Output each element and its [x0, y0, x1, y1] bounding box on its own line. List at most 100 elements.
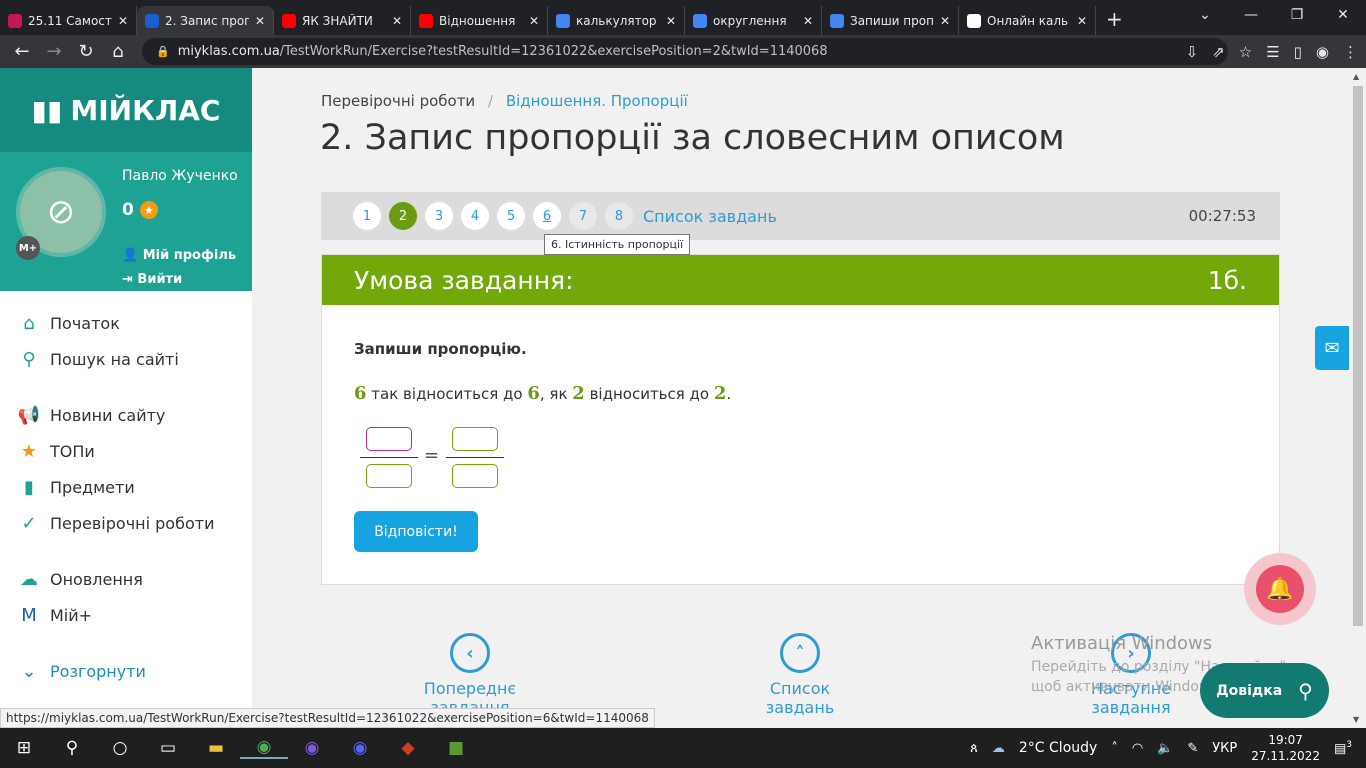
logout-link[interactable]: ⇥ Вийти	[122, 272, 182, 287]
time: 19:07	[1268, 733, 1303, 747]
pager-item[interactable]: 8	[605, 202, 633, 230]
tab-title: 2. Запис пропо	[165, 13, 249, 28]
browser-tab[interactable]: 25.11 Самост ✕	[0, 6, 137, 35]
denominator-right-input[interactable]	[452, 464, 498, 488]
tab-search-button[interactable]: ⌄	[1182, 0, 1228, 30]
denominator-left-input[interactable]	[366, 464, 412, 488]
close-tab-icon[interactable]: ✕	[529, 14, 539, 28]
install-icon[interactable]: ⇩	[1186, 43, 1199, 61]
browser-tab[interactable]: округлення ✕	[685, 6, 822, 35]
clock[interactable]: 19:07 27.11.2022	[1251, 732, 1320, 764]
minimize-button[interactable]: —	[1228, 0, 1274, 30]
cortana-icon[interactable]: ○	[96, 738, 144, 758]
task-list-button[interactable]: ˄ Список завдань	[738, 633, 862, 717]
reading-list-icon[interactable]: ☰	[1266, 43, 1279, 61]
pager-item[interactable]: 4	[461, 202, 489, 230]
numerator-left-input[interactable]	[366, 427, 412, 451]
mail-icon[interactable]: ✉	[1315, 326, 1349, 370]
sidebar-item[interactable]: ⚲ Пошук на сайті	[0, 341, 252, 377]
text: відноситься до	[584, 385, 714, 403]
new-tab-button[interactable]: +	[1106, 7, 1123, 31]
close-tab-icon[interactable]: ✕	[1077, 14, 1087, 28]
chrome-icon[interactable]: ◉	[240, 737, 288, 759]
close-tab-icon[interactable]: ✕	[255, 14, 265, 28]
reload-button[interactable]: ↻	[70, 41, 102, 62]
sidebar-item[interactable]: ⌂ Початок	[0, 305, 252, 341]
pager-item[interactable]: 3	[425, 202, 453, 230]
menu-icon[interactable]: ⋮	[1343, 43, 1358, 61]
scrollbar[interactable]: ▲ ▼	[1350, 68, 1366, 728]
breadcrumb-item[interactable]: Перевірочні роботи	[321, 92, 475, 110]
side-panel-icon[interactable]: ▯	[1294, 43, 1302, 61]
viber-icon[interactable]: ◉	[288, 738, 336, 758]
task-view-icon[interactable]: ▭	[144, 738, 192, 758]
numerator-right-input[interactable]	[452, 427, 498, 451]
browser-tab[interactable]: Відношення ✕	[411, 6, 548, 35]
language[interactable]: УКР	[1212, 741, 1237, 756]
sidebar-item-label: Перевірочні роботи	[50, 513, 215, 533]
browser-tab[interactable]: 2. Запис пропо ✕	[137, 6, 274, 35]
pager-item[interactable]: 6	[533, 202, 561, 230]
start-button[interactable]: ⊞	[0, 738, 48, 758]
sidebar-item[interactable]: 📢 Новини сайту	[0, 397, 252, 433]
breadcrumb-item[interactable]: Відношення. Пропорції	[506, 92, 688, 110]
task-list-link[interactable]: Список завдань	[643, 207, 777, 226]
help-button[interactable]: Довідка ⚲	[1200, 663, 1329, 718]
answer-button[interactable]: Відповісти!	[354, 511, 478, 552]
user-name[interactable]: Павло Жученко	[122, 168, 238, 184]
pager-item[interactable]: 2	[389, 202, 417, 230]
game-app-icon[interactable]: ◆	[384, 738, 432, 758]
sidebar-item[interactable]: ✓ Перевірочні роботи	[0, 505, 252, 541]
url-host: miyklas.com.ua	[177, 44, 280, 59]
notification-bell-button[interactable]: 🔔	[1244, 553, 1316, 625]
chevron-up-icon[interactable]: ˄	[1111, 741, 1118, 756]
myplus-icon: M	[21, 604, 37, 626]
profile-panel: ⊘ M+ Павло Жученко 0 ★ 👤 Мій профіль ⇥ Ви…	[0, 152, 252, 291]
favicon-icon	[419, 13, 433, 28]
home-button[interactable]: ⌂	[102, 41, 134, 62]
notification-center-icon[interactable]: ▤3	[1334, 740, 1352, 756]
tab-title: 25.11 Самост	[28, 13, 112, 28]
close-tab-icon[interactable]: ✕	[940, 14, 950, 28]
discord-icon[interactable]: ◉	[336, 738, 384, 758]
back-button[interactable]: ←	[6, 41, 38, 62]
sidebar-item[interactable]: M Мій+	[0, 597, 252, 633]
sidebar-item[interactable]: ★ ТОПи	[0, 433, 252, 469]
points-label: 1б.	[1207, 265, 1247, 295]
prev-task-button[interactable]: ‹Попереднє завдання	[389, 633, 551, 717]
share-icon[interactable]: ⇗	[1212, 43, 1225, 61]
sidebar-item[interactable]: ▮ Предмети	[0, 469, 252, 505]
expand-button[interactable]: ⌄ Розгорнути	[0, 653, 252, 689]
wifi-icon[interactable]: ◠	[1132, 741, 1143, 756]
close-tab-icon[interactable]: ✕	[666, 14, 676, 28]
browser-tab[interactable]: ЯК ЗНАЙТИ ✕	[274, 6, 411, 35]
browser-tab[interactable]: калькулятор ✕	[548, 6, 685, 35]
browser-tab[interactable]: Запиши проп ✕	[822, 6, 959, 35]
pager-item[interactable]: 1	[353, 202, 381, 230]
close-tab-icon[interactable]: ✕	[803, 14, 813, 28]
file-explorer-icon[interactable]: ▬	[192, 738, 240, 758]
pager-item[interactable]: 5	[497, 202, 525, 230]
bookmark-star-icon[interactable]: ☆	[1239, 43, 1252, 61]
search-icon[interactable]: ⚲	[48, 738, 96, 758]
profile-link[interactable]: 👤 Мій профіль	[122, 248, 236, 263]
browser-tab[interactable]: Онлайн каль ✕	[959, 6, 1096, 35]
people-icon[interactable]: ጰ	[970, 741, 978, 756]
pager-item[interactable]: 7	[569, 202, 597, 230]
scrollbar-thumb[interactable]	[1353, 86, 1363, 626]
forward-button[interactable]: →	[38, 41, 70, 62]
site-logo[interactable]: ▮▮ МІЙКЛАС	[0, 68, 252, 152]
volume-icon[interactable]: 🔈	[1157, 741, 1173, 756]
close-tab-icon[interactable]: ✕	[118, 14, 128, 28]
chevron-up-icon: ˄	[780, 633, 820, 673]
minecraft-icon[interactable]: ■	[432, 738, 480, 758]
close-window-button[interactable]: ✕	[1320, 0, 1366, 30]
sidebar-item[interactable]: ☁ Оновлення	[0, 561, 252, 597]
profile-avatar[interactable]: ◉	[1316, 43, 1329, 61]
address-bar[interactable]: 🔒 miyklas.com.ua/TestWorkRun/Exercise?te…	[142, 38, 1228, 65]
pen-icon[interactable]: ✎	[1187, 741, 1198, 756]
favicon-icon	[830, 13, 844, 28]
close-tab-icon[interactable]: ✕	[392, 14, 402, 28]
restore-button[interactable]: ❐	[1274, 0, 1320, 30]
weather[interactable]: 2°C Cloudy	[1019, 740, 1097, 756]
